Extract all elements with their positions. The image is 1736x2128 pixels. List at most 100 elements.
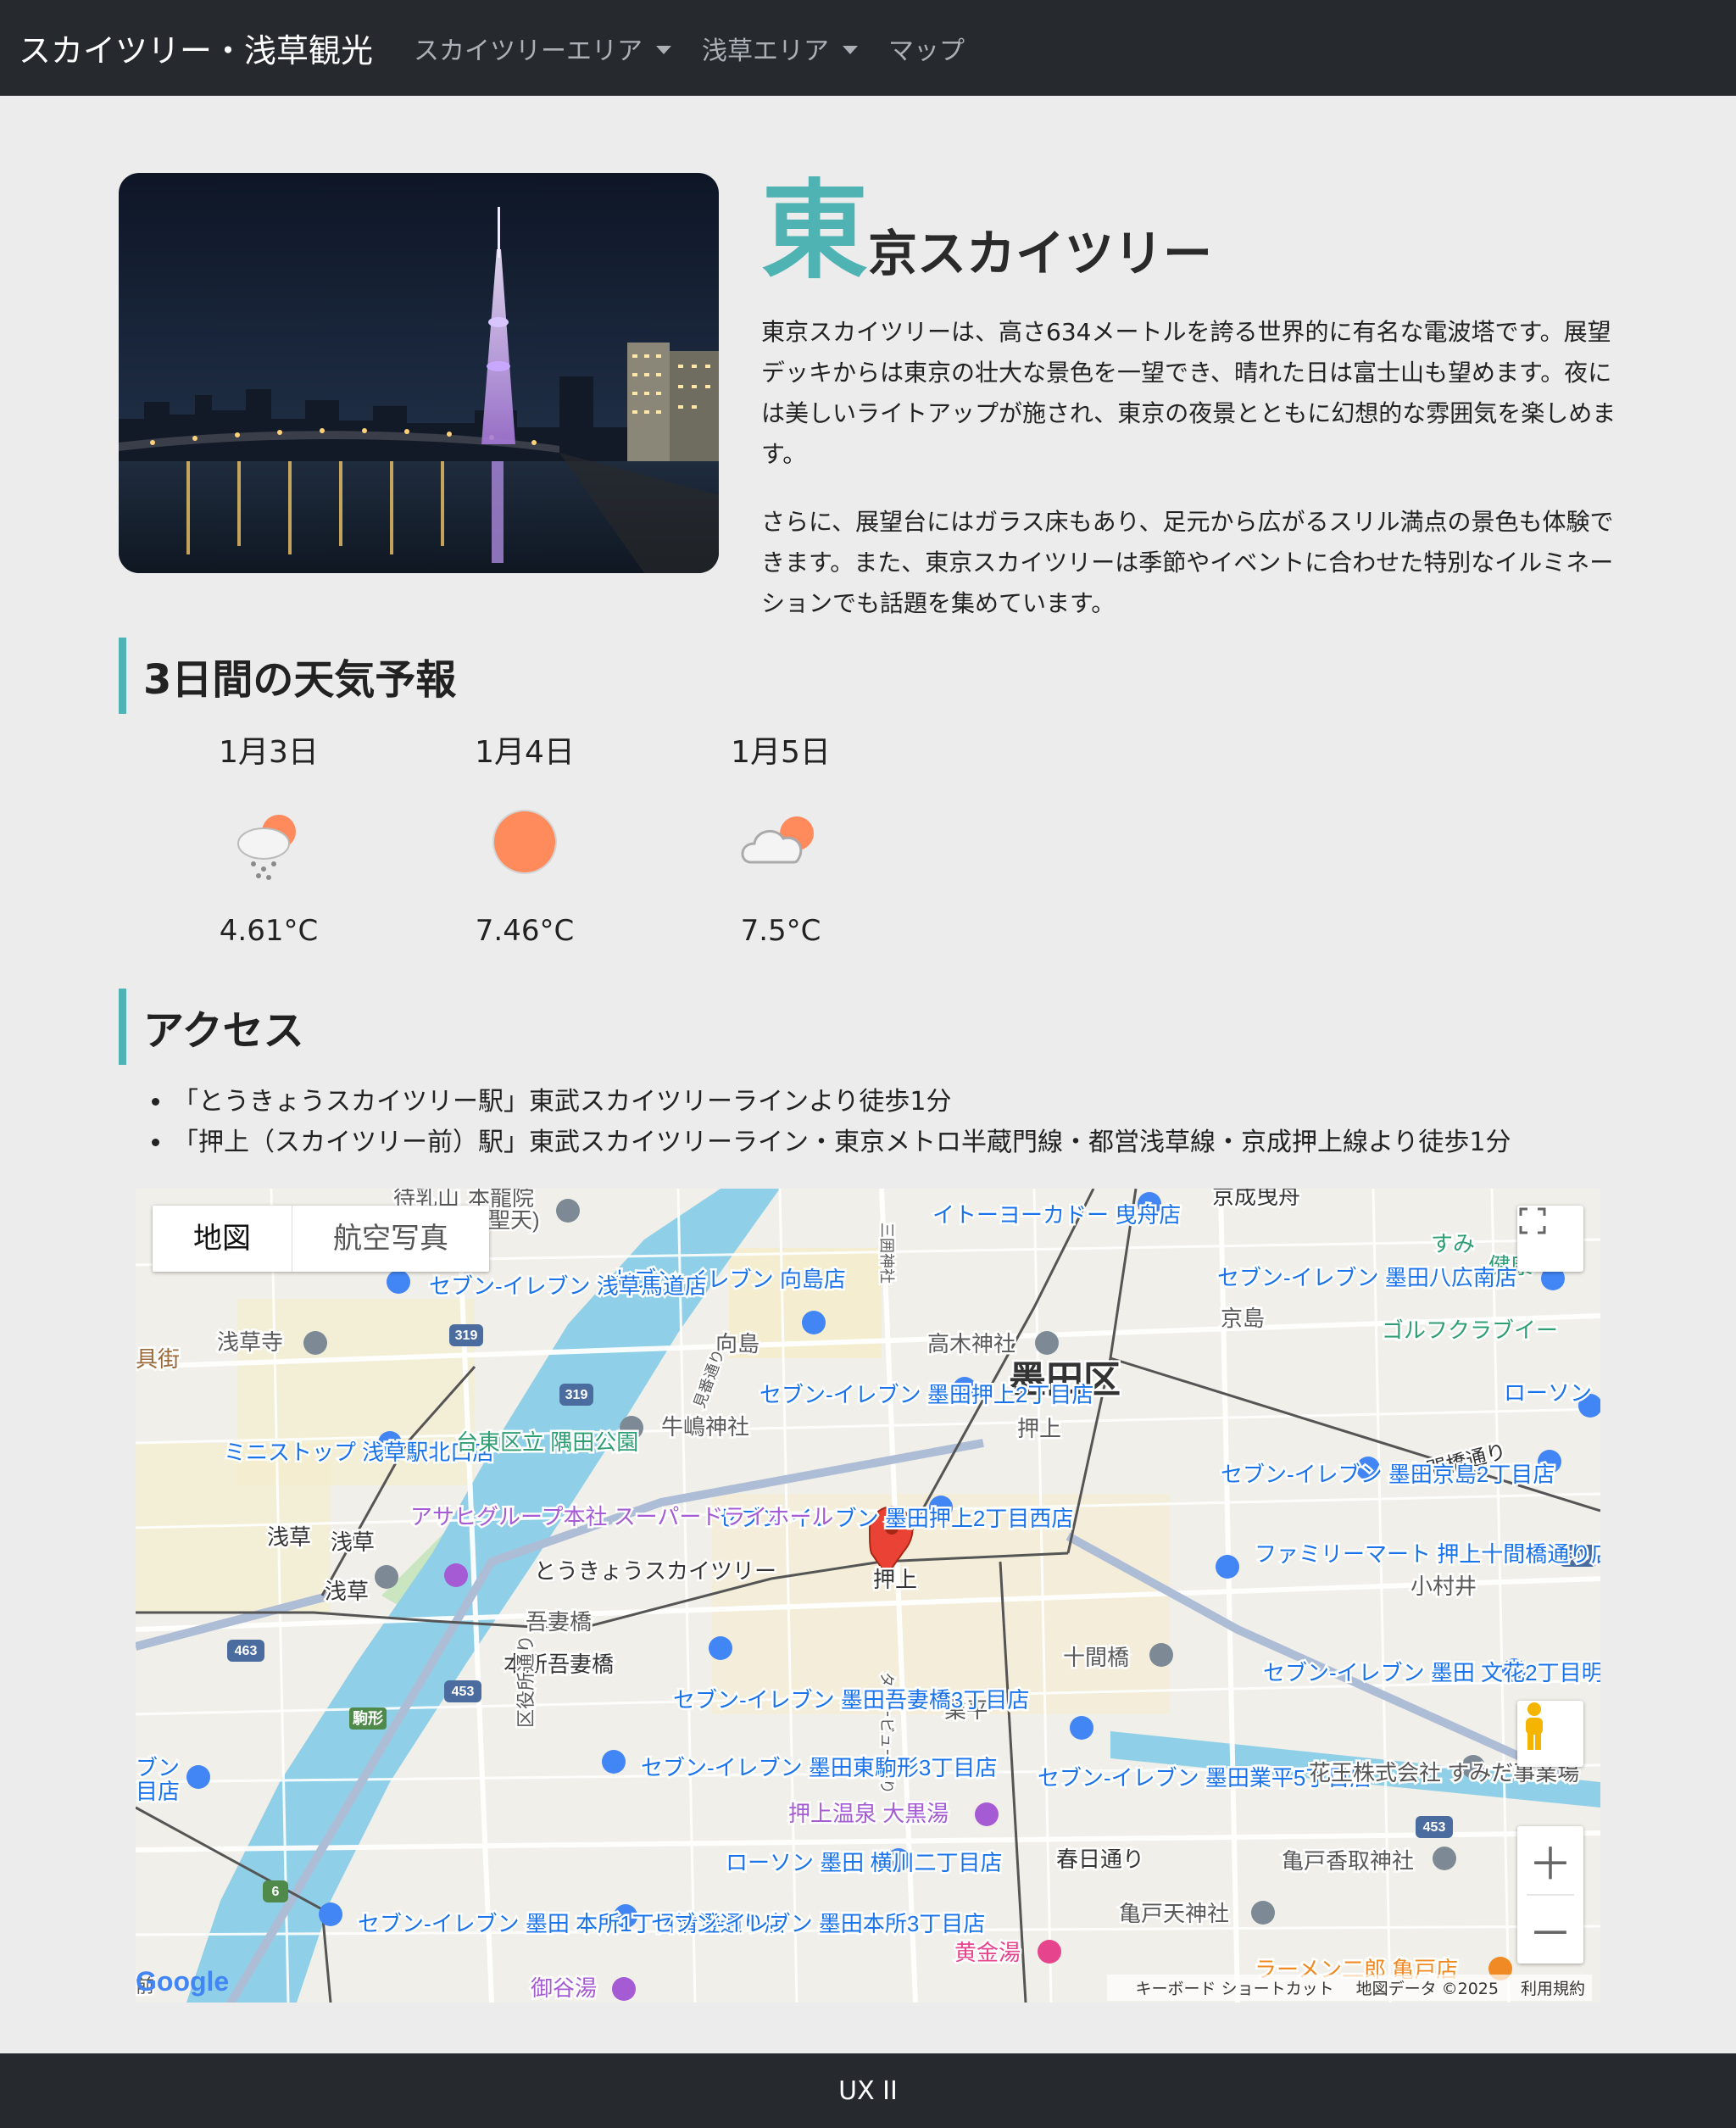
caret-down-icon <box>843 45 859 54</box>
svg-text:区役所通り: 区役所通り <box>515 1635 537 1728</box>
weather-temp: 7.5°C <box>740 914 821 948</box>
cloud-sun-icon <box>653 778 909 905</box>
footer-text: UX II <box>838 2075 898 2106</box>
svg-text:浅草: 浅草 <box>267 1524 311 1550</box>
svg-text:押上: 押上 <box>873 1567 917 1592</box>
svg-text:高木神社: 高木神社 <box>927 1331 1015 1356</box>
svg-text:台東区立 隅田公園: 台東区立 隅田公園 <box>456 1429 638 1455</box>
svg-text:十間橋: 十間橋 <box>1063 1645 1129 1670</box>
page-footer: UX II <box>0 2053 1736 2128</box>
nav-item-asakusa-area[interactable]: 浅草エリア <box>702 30 859 67</box>
google-logo: Google <box>136 1966 230 1997</box>
map-type-satellite-button[interactable]: 航空写真 <box>292 1206 489 1272</box>
sun-icon <box>397 778 653 905</box>
svg-text:453: 453 <box>452 1685 475 1699</box>
svg-text:浅草: 浅草 <box>325 1579 369 1604</box>
pegman-icon <box>1526 1702 1543 1750</box>
svg-text:セブン-イレブン 浅草馬道店: セブン-イレブン 浅草馬道店 <box>429 1273 707 1299</box>
svg-text:亀戸天神社: 亀戸天神社 <box>1119 1901 1229 1926</box>
svg-text:ローソン: ローソン <box>1504 1380 1592 1406</box>
svg-text:浅草: 浅草 <box>331 1529 375 1555</box>
google-map[interactable]: 319 319 463 453 453 306 6 駒形 墨田区 押上 とうきょ… <box>136 1189 1600 2003</box>
fullscreen-icon <box>1519 1207 1546 1234</box>
svg-text:京島: 京島 <box>1221 1306 1265 1331</box>
svg-text:三囲神社: 三囲神社 <box>878 1223 895 1284</box>
access-heading: アクセス <box>119 989 304 1065</box>
caret-down-icon <box>656 45 672 54</box>
terms-link[interactable]: 利用規約 <box>1521 1976 1585 1999</box>
svg-text:セブン-イレブン 墨田本所3丁目店: セブン-イレブン 墨田本所3丁目店 <box>651 1911 985 1936</box>
svg-text:小村井: 小村井 <box>1410 1574 1477 1599</box>
nav-item-label: 浅草エリア <box>702 36 830 66</box>
svg-text:牛嶋神社: 牛嶋神社 <box>661 1414 749 1440</box>
svg-text:セブン-イレブン 墨田 文花2丁目明治通り店: セブン-イレブン 墨田 文花2丁目明治通り店 <box>1263 1660 1600 1685</box>
zoom-out-button[interactable]: － <box>1517 1896 1583 1964</box>
svg-text:京成曳舟: 京成曳舟 <box>1212 1189 1300 1209</box>
keyboard-shortcuts-link[interactable]: キーボード ショートカット <box>1136 1976 1334 1999</box>
svg-text:具街: 具街 <box>136 1346 180 1372</box>
hero-paragraph: さらに、展望台にはガラス床もあり、足元から広がるスリル満点の景色も体験できます。… <box>761 508 1614 617</box>
svg-text:吾妻橋: 吾妻橋 <box>526 1609 592 1635</box>
nav-item-map[interactable]: マップ <box>888 30 965 67</box>
svg-text:ブン: ブン <box>136 1755 180 1780</box>
weather-date: 1月5日 <box>731 735 831 770</box>
svg-text:453: 453 <box>1423 1820 1446 1835</box>
svg-text:ファミリーマート 押上十間橋通り店: ファミリーマート 押上十間橋通り店 <box>1255 1541 1600 1567</box>
svg-text:イトーヨーカドー 曳舟店: イトーヨーカドー 曳舟店 <box>932 1202 1181 1228</box>
access-list: 「とうきょうスカイツリー駅」東武スカイツリーラインより徒歩1分 「押上（スカイツ… <box>141 1082 1511 1163</box>
svg-text:セブン-イレブン 墨田吾妻橋3丁目店: セブン-イレブン 墨田吾妻橋3丁目店 <box>673 1687 1029 1713</box>
weather-day: 1月5日 7.5°C <box>653 727 909 956</box>
svg-text:亀戸香取神社: 亀戸香取神社 <box>1282 1848 1414 1874</box>
weather-forecast: 1月3日 4.61°C 1月4日 7.46°C 1月5日 7.5°C <box>141 727 909 956</box>
svg-text:セブン-イレブン 墨田京島2丁目店: セブン-イレブン 墨田京島2丁目店 <box>1221 1462 1555 1487</box>
street-view-button[interactable] <box>1517 1701 1583 1767</box>
snow-cloud-sun-icon <box>141 778 397 905</box>
page-title: 東 京スカイツリー <box>761 178 1212 285</box>
svg-text:ゴルフクラブイー: ゴルフクラブイー <box>1382 1317 1558 1343</box>
zoom-control: ＋ － <box>1517 1826 1583 1964</box>
svg-text:とうきょうスカイツリー: とうきょうスカイツリー <box>534 1558 776 1584</box>
svg-text:春日通り: 春日通り <box>1056 1847 1144 1872</box>
map-data-attribution: 地図データ ©2025 <box>1355 1980 1499 1998</box>
brand-link[interactable]: スカイツリー・浅草観光 <box>19 25 373 71</box>
list-item: 「押上（スカイツリー前）駅」東武スカイツリーライン・東京メトロ半蔵門線・都営浅草… <box>173 1122 1511 1163</box>
nav-item-label: マップ <box>888 36 965 66</box>
hero-description: 東京スカイツリーは、高さ634メートルを誇る世界的に有名な電波塔です。展望デッキ… <box>761 312 1617 651</box>
nav-item-label: スカイツリーエリア <box>414 36 643 66</box>
fullscreen-button[interactable] <box>1517 1206 1583 1272</box>
svg-text:ローソン 墨田 横川二丁目店: ローソン 墨田 横川二丁目店 <box>726 1850 1002 1875</box>
svg-text:セブン-イレブン 墨田八広南店: セブン-イレブン 墨田八広南店 <box>1217 1265 1517 1290</box>
title-rest: 京スカイツリー <box>868 225 1213 282</box>
svg-text:セブン-イレブン 墨田押上2丁目店: セブン-イレブン 墨田押上2丁目店 <box>760 1382 1093 1407</box>
nav-item-skytree-area[interactable]: スカイツリーエリア <box>414 30 672 67</box>
weather-day: 1月4日 7.46°C <box>397 727 653 956</box>
list-item: 「とうきょうスカイツリー駅」東武スカイツリーラインより徒歩1分 <box>173 1082 1511 1122</box>
weather-temp: 7.46°C <box>475 914 575 948</box>
map-type-control: 地図 航空写真 <box>153 1206 489 1272</box>
title-first-char: 東 <box>761 169 868 293</box>
svg-text:すみ: すみ <box>1431 1231 1475 1256</box>
skytree-night-photo <box>119 173 719 573</box>
svg-text:聖天): 聖天) <box>488 1207 540 1233</box>
svg-text:押上温泉 大黒湯: 押上温泉 大黒湯 <box>788 1801 949 1826</box>
svg-text:駒形: 駒形 <box>353 1709 383 1727</box>
zoom-in-button[interactable]: ＋ <box>1517 1826 1583 1894</box>
hero-paragraph: 東京スカイツリーは、高さ634メートルを誇る世界的に有名な電波塔です。展望デッキ… <box>761 318 1616 468</box>
svg-text:御谷湯: 御谷湯 <box>531 1975 597 2001</box>
svg-text:押上: 押上 <box>1017 1416 1061 1441</box>
map-type-map-button[interactable]: 地図 <box>153 1206 292 1272</box>
weather-temp: 4.61°C <box>219 914 319 948</box>
map-footer: キーボード ショートカット 地図データ ©2025 利用規約 <box>1106 1975 1592 2001</box>
weather-date: 1月3日 <box>219 735 319 770</box>
svg-text:セブン-イレブン 墨田東駒形3丁目店: セブン-イレブン 墨田東駒形3丁目店 <box>641 1755 997 1780</box>
svg-text:アサヒグループ本社 スーパードライホール: アサヒグループ本社 スーパードライホール <box>410 1504 833 1529</box>
svg-text:6: 6 <box>272 1885 280 1899</box>
svg-text:目店: 目店 <box>136 1779 180 1804</box>
navbar: スカイツリー・浅草観光 スカイツリーエリア 浅草エリア マップ <box>0 0 1736 96</box>
weather-date: 1月4日 <box>475 735 575 770</box>
svg-text:319: 319 <box>565 1388 588 1402</box>
weather-heading: 3日間の天気予報 <box>119 638 456 714</box>
svg-text:ミニストップ 浅草駅北口店: ミニストップ 浅草駅北口店 <box>224 1440 494 1465</box>
svg-text:浅草寺: 浅草寺 <box>217 1329 283 1355</box>
weather-day: 1月3日 4.61°C <box>141 727 397 956</box>
